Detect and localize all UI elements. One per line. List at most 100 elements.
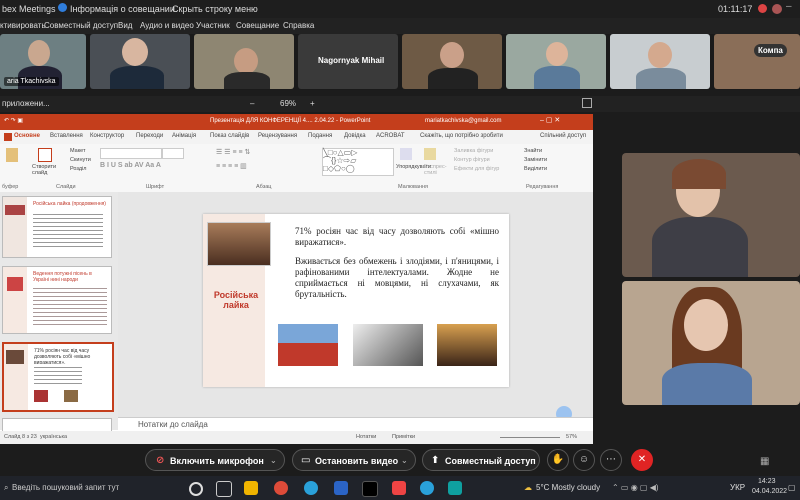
tab-design[interactable]: Конструктор (90, 133, 124, 139)
tab-transitions[interactable]: Переходи (136, 133, 163, 139)
paste-icon[interactable] (6, 148, 18, 162)
participant-tile[interactable] (90, 34, 190, 89)
weather-text[interactable]: 5°C Mostly cloudy (536, 483, 600, 492)
app-icon[interactable] (392, 481, 406, 495)
font-size-select[interactable] (162, 148, 184, 159)
slide-thumbnail[interactable] (2, 418, 112, 432)
quick-styles-button[interactable]: Експрес-стилі (424, 164, 454, 176)
minimize-icon[interactable]: – (786, 1, 792, 12)
hand-icon[interactable]: ✋ (547, 449, 569, 471)
slide-thumbnail-selected[interactable]: 71% росіян час від часу дозволяють собі … (2, 342, 114, 412)
more-options-icon[interactable]: ⋯ (600, 449, 622, 471)
shapes-gallery[interactable]: ╲□○△▭▷ ⌒{}☆⇨▱ □◇⬠○◯ (322, 148, 394, 176)
tab-slideshow[interactable]: Показ слайдів (210, 133, 249, 139)
arrange-icon[interactable] (400, 148, 412, 160)
participant-tile[interactable] (506, 34, 606, 89)
clock-time[interactable]: 14:23 (758, 478, 776, 485)
tab-animation[interactable]: Анімація (172, 133, 196, 139)
menu-view[interactable]: Вид (118, 21, 132, 30)
telegram-icon[interactable] (304, 481, 318, 495)
paragraph-icons[interactable]: ☰ ☰ ≡ ≡ ⇅ (216, 148, 250, 156)
replace-button[interactable]: Замінити (524, 157, 547, 163)
task-view-icon[interactable] (216, 481, 232, 497)
meeting-info-link[interactable]: Інформація о совещании (70, 4, 175, 14)
participant-name: Nagornyak Mihail (318, 56, 385, 65)
participant-video[interactable] (622, 153, 800, 277)
share-content-button[interactable]: ⬆ Совместный доступ (422, 449, 540, 471)
notification-icon[interactable]: ▢ (788, 483, 796, 492)
chevron-down-icon[interactable]: ⌄ (270, 450, 277, 472)
reactions-icon[interactable]: ☺ (573, 449, 595, 471)
participant-tile[interactable] (402, 34, 502, 89)
find-button[interactable]: Знайти (524, 148, 542, 154)
menu-meeting[interactable]: Совещание (236, 21, 279, 30)
share-button[interactable]: Спільний доступ (540, 133, 586, 139)
file-tab[interactable] (4, 133, 12, 141)
section-button[interactable]: Розділ (70, 166, 86, 172)
tab-view[interactable]: Подання (308, 133, 332, 139)
new-slide-icon[interactable] (38, 148, 52, 162)
taskbar-search-input[interactable]: Введіть пошуковий запит тут (12, 483, 119, 492)
slide-thumbnail[interactable]: Ведення потужні пісень в Україні нині на… (2, 266, 112, 334)
new-slide-button[interactable]: Створити слайд (32, 164, 62, 176)
participant-video[interactable] (622, 281, 800, 405)
zoom-out-icon[interactable]: – (250, 99, 254, 108)
layout-icon[interactable]: ▦ (760, 456, 769, 467)
keyboard-language[interactable]: УКР (730, 483, 745, 492)
file-explorer-icon[interactable] (244, 481, 258, 495)
tab-home[interactable]: Основне (14, 133, 40, 139)
language-label: українська (40, 434, 68, 440)
shape-fill-button[interactable]: Заливка фігури (454, 148, 493, 154)
participant-tile[interactable] (610, 34, 710, 89)
avatar[interactable] (772, 4, 782, 14)
participant-tile[interactable] (194, 34, 294, 89)
tab-acrobat[interactable]: ACROBAT (376, 133, 405, 139)
tiktok-icon[interactable] (362, 481, 378, 497)
end-call-button[interactable]: ✕ (631, 449, 653, 471)
menu-participant[interactable]: Участник (196, 21, 230, 30)
search-icon[interactable]: ⌕ (4, 483, 8, 493)
reset-button[interactable]: Скинути (70, 157, 91, 163)
ppt-ribbon-tabs: Основне Вставлення Конструктор Переходи … (0, 130, 593, 144)
zoom-in-icon[interactable]: + (310, 99, 315, 108)
align-icons[interactable]: ≡ ≡ ≡ ≡ ▥ (216, 162, 247, 170)
zoom-slider[interactable] (500, 437, 560, 438)
shape-outline-button[interactable]: Контур фігури (454, 157, 490, 163)
fullscreen-icon[interactable] (582, 98, 592, 108)
notes-pane[interactable]: Нотатки до слайда (118, 417, 593, 432)
notes-toggle-button[interactable]: Нотатки (356, 434, 376, 440)
shape-effects-button[interactable]: Ефекти для фігур (454, 166, 499, 172)
comments-toggle-button[interactable]: Примітки (392, 434, 415, 440)
menu-activate[interactable]: ктивировать (0, 21, 46, 30)
tab-insert[interactable]: Вставлення (50, 133, 83, 139)
menu-audio-video[interactable]: Аудио и видео (140, 21, 194, 30)
tray-icons[interactable]: ⌃ ▭ ◉ ▢ ◀) (612, 483, 659, 492)
chevron-down-icon[interactable]: ⌄ (401, 450, 408, 472)
slide-thumbnail[interactable]: Російська лайка (продовження) (2, 196, 112, 258)
telegram-icon[interactable] (420, 481, 434, 495)
unmute-button[interactable]: ⊘ Включить микрофон ⌄ (145, 449, 285, 471)
participant-tile[interactable]: Nagornyak Mihail (298, 34, 398, 89)
window-controls-icon[interactable]: – ▢ ✕ (540, 116, 560, 124)
tab-help[interactable]: Довідка (344, 133, 366, 139)
chrome-icon[interactable] (274, 481, 288, 495)
participant-tile[interactable]: aria Tkachivska (0, 34, 86, 89)
cortana-icon[interactable] (189, 482, 203, 496)
styles-icon[interactable] (424, 148, 436, 160)
participant-tile[interactable]: Компа (714, 34, 800, 89)
stop-video-button[interactable]: ▭ Остановить видео ⌄ (292, 449, 416, 471)
font-name-select[interactable] (100, 148, 162, 159)
font-format-icons[interactable]: B I U S ab AV Aa A (100, 162, 161, 169)
tab-review[interactable]: Рецензування (258, 133, 297, 139)
word-icon[interactable] (334, 481, 348, 495)
undo-icon[interactable]: ↶ ↷ ▣ (4, 117, 23, 124)
clock-date[interactable]: 04.04.2022 (752, 488, 787, 495)
search-tell-me[interactable]: Скажіть, що потрібно зробити (420, 133, 503, 139)
layout-button[interactable]: Макет (70, 148, 86, 154)
more-participants-button[interactable]: Компа (754, 44, 787, 57)
hide-menu-button[interactable]: Скрыть строку меню (172, 4, 258, 14)
select-button[interactable]: Виділити (524, 166, 547, 172)
menu-help[interactable]: Справка (283, 21, 314, 30)
menu-share[interactable]: Совместный доступ (44, 21, 118, 30)
webex-icon[interactable] (448, 481, 462, 495)
